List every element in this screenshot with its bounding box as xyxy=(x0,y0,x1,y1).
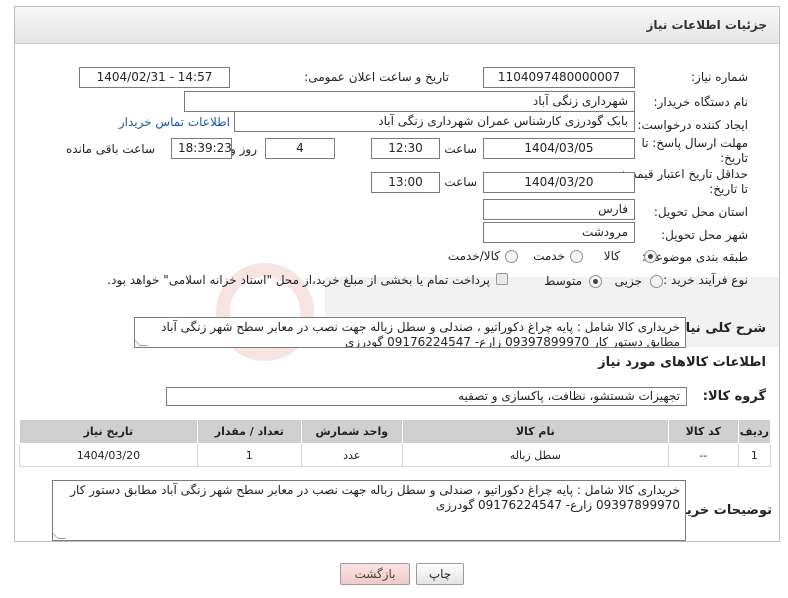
general-description-label: شرح کلی نیاز: xyxy=(672,321,766,336)
cell-goods-code: -- xyxy=(667,443,739,467)
category-option-goods-service: کالا/خدمت xyxy=(447,249,500,263)
col-header-unit: واحد شمارش xyxy=(300,419,403,444)
resize-handle[interactable] xyxy=(135,338,148,346)
buyer-notes-field: خریداری کالا شامل : پایه چراغ دکوراتیو ،… xyxy=(52,480,686,541)
table-header-row: ردیف کد کالا نام کالا واحد شمارش تعداد /… xyxy=(19,419,772,444)
category-radio-goods-service[interactable] xyxy=(505,250,518,263)
cell-quantity: 1 xyxy=(196,443,302,467)
reply-deadline-label-2: تاریخ: xyxy=(720,151,748,165)
delivery-province-field: فارس xyxy=(483,199,635,220)
reply-time-label: ساعت xyxy=(444,142,477,156)
category-radio-service[interactable] xyxy=(570,250,583,263)
panel-title: جزئیات اطلاعات نیاز xyxy=(646,18,767,32)
reply-time-field: 12:30 xyxy=(371,138,440,159)
col-header-row-number: ردیف xyxy=(737,419,772,444)
category-radio-goods[interactable] xyxy=(644,250,657,263)
col-header-goods-code: کد کالا xyxy=(667,419,739,444)
process-option-minor: جزیی xyxy=(614,274,642,288)
general-description-text: خریداری کالا شامل : پایه چراغ دکوراتیو ،… xyxy=(161,320,680,348)
cell-row-number: 1 xyxy=(737,443,772,467)
print-button[interactable]: چاپ xyxy=(416,563,464,585)
price-validity-label-1: حداقل تاریخ اعتبار قیمت: xyxy=(621,167,748,181)
table-row: 1 -- سطل زباله عدد 1 1404/03/20 xyxy=(19,443,772,467)
process-option-medium: متوسط xyxy=(544,274,582,288)
category-option-service: خدمت xyxy=(533,249,565,263)
reply-deadline-label-1: مهلت ارسال پاسخ: تا xyxy=(641,136,748,150)
requester-label: ایجاد کننده درخواست: xyxy=(637,118,748,132)
category-option-goods: کالا xyxy=(603,249,620,263)
treasury-checkbox[interactable] xyxy=(496,273,508,285)
remaining-time-label: ساعت باقی مانده xyxy=(65,142,155,156)
remaining-days-field: 4 xyxy=(265,138,335,159)
purchase-process-label: نوع فرآیند خرید : xyxy=(663,273,748,287)
category-label: طبقه بندی موضوعی: xyxy=(641,250,748,264)
requester-field: بابک گودرزی کارشناس عمران شهرداری زنگی آ… xyxy=(234,111,635,132)
delivery-city-field: مرودشت xyxy=(483,222,635,243)
col-header-quantity: تعداد / مقدار xyxy=(196,419,302,444)
buyer-contact-link[interactable]: اطلاعات تماس خریدار xyxy=(119,115,230,129)
remaining-time-field: 18:39:23 xyxy=(171,138,232,159)
cell-goods-name: سطل زباله xyxy=(401,443,669,467)
buyer-org-label: نام دستگاه خریدار: xyxy=(653,95,749,109)
process-radio-medium[interactable] xyxy=(589,275,602,288)
goods-group-field: تجهیزات شستشو، نظافت، پاکسازی و تصفیه xyxy=(166,387,687,406)
cell-need-date: 1404/03/20 xyxy=(19,443,198,467)
delivery-city-label: شهر محل تحویل: xyxy=(661,228,748,242)
goods-group-label: گروه کالا: xyxy=(702,389,766,404)
price-validity-time-label: ساعت xyxy=(444,175,477,189)
resize-handle[interactable] xyxy=(53,531,66,539)
price-validity-label-2: تا تاریخ: xyxy=(709,182,748,196)
treasury-note: پرداخت تمام یا بخشی از مبلغ خرید،از محل … xyxy=(107,273,490,287)
col-header-goods-name: نام کالا xyxy=(401,419,669,444)
price-validity-time-field: 13:00 xyxy=(371,172,440,193)
buyer-org-field: شهرداری زنگی آباد xyxy=(184,91,635,112)
delivery-province-label: استان محل تحویل: xyxy=(653,205,748,219)
process-radio-minor[interactable] xyxy=(650,275,663,288)
price-validity-date-field: 1404/03/20 xyxy=(483,172,635,193)
days-label: روز و xyxy=(230,142,257,156)
need-number-label: شماره نیاز: xyxy=(691,70,748,84)
buyer-notes-text: خریداری کالا شامل : پایه چراغ دکوراتیو ،… xyxy=(70,483,680,512)
announce-datetime-label: تاریخ و ساعت اعلان عمومی: xyxy=(304,70,449,84)
need-number-field: 1104097480000007 xyxy=(483,67,635,88)
general-description-field: خریداری کالا شامل : پایه چراغ دکوراتیو ،… xyxy=(134,317,686,348)
cell-unit: عدد xyxy=(300,443,403,467)
reply-date-field: 1404/03/05 xyxy=(483,138,635,159)
goods-section-title: اطلاعات کالاهای مورد نیاز xyxy=(598,355,766,370)
announce-datetime-field: 1404/02/31 - 14:57 xyxy=(79,67,230,88)
col-header-need-date: تاریخ نیاز xyxy=(19,419,198,444)
back-button[interactable]: بازگشت xyxy=(340,563,410,585)
panel-header: جزئیات اطلاعات نیاز xyxy=(15,7,779,44)
goods-table: ردیف کد کالا نام کالا واحد شمارش تعداد /… xyxy=(19,419,772,467)
